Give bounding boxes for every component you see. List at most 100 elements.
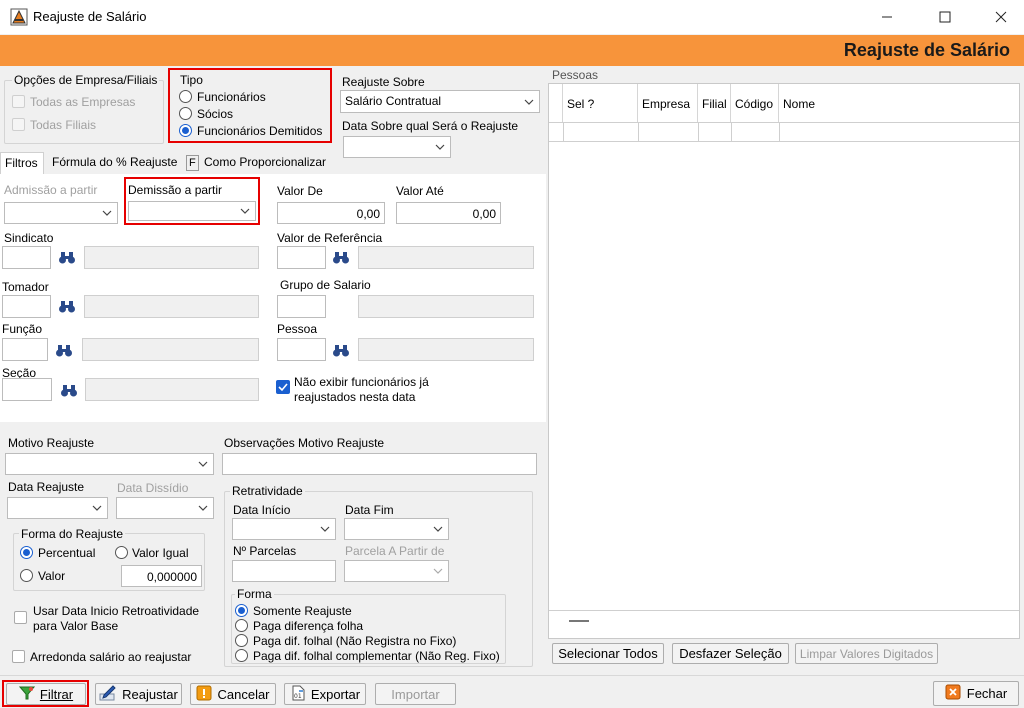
pessoa-label: Pessoa bbox=[277, 322, 318, 336]
chevron-down-icon bbox=[432, 565, 444, 577]
binoculars-icon[interactable] bbox=[58, 251, 76, 265]
warning-icon bbox=[196, 685, 212, 704]
valor-igual-radio[interactable] bbox=[115, 546, 128, 559]
tomador-code-input[interactable] bbox=[2, 295, 51, 318]
reajuste-sobre-value: Salário Contratual bbox=[345, 94, 442, 108]
col-codigo[interactable]: Código bbox=[731, 84, 779, 122]
chevron-down-icon bbox=[197, 502, 209, 514]
filtrar-button[interactable]: Filtrar bbox=[6, 683, 86, 705]
data-fim-label: Data Fim bbox=[345, 503, 394, 517]
valor-radio[interactable] bbox=[20, 569, 33, 582]
valor-de-input[interactable]: 0,00 bbox=[277, 202, 385, 224]
data-inicio-select[interactable] bbox=[232, 518, 336, 540]
pessoas-grid[interactable]: Sel ? Empresa Filial Código Nome bbox=[548, 83, 1020, 639]
reajuste-sobre-select[interactable]: Salário Contratual bbox=[340, 90, 540, 113]
chevron-down-icon bbox=[197, 458, 209, 470]
tab-proporcionalizar[interactable]: Como Proporcionalizar bbox=[200, 152, 330, 174]
data-fim-select[interactable] bbox=[344, 518, 449, 540]
data-dissidio-label: Data Dissídio bbox=[117, 481, 189, 495]
parcela-partir-select[interactable] bbox=[344, 560, 449, 582]
valor-referencia-code-input[interactable] bbox=[277, 246, 326, 269]
desfazer-selecao-button[interactable]: Desfazer Seleção bbox=[672, 643, 789, 664]
tab-formula[interactable]: Fórmula do % Reajuste bbox=[48, 152, 181, 174]
data-reajuste-select[interactable] bbox=[7, 497, 108, 519]
binoculars-icon[interactable] bbox=[58, 300, 76, 314]
col-sel[interactable]: Sel ? bbox=[563, 84, 638, 122]
forma-opt-2: Paga dif. folhal (Não Registra no Fixo) bbox=[253, 634, 457, 648]
todas-empresas-checkbox[interactable] bbox=[12, 95, 25, 108]
chevron-down-icon bbox=[91, 502, 103, 514]
tipo-socios-radio[interactable] bbox=[179, 107, 192, 120]
nao-exibir-checkbox[interactable] bbox=[276, 380, 290, 394]
binoculars-icon[interactable] bbox=[332, 251, 350, 265]
tab-f[interactable]: F bbox=[186, 155, 199, 171]
banner-title: Reajuste de Salário bbox=[843, 40, 1010, 60]
usar-data-label-2: para Valor Base bbox=[33, 619, 119, 633]
valor-input[interactable]: 0,000000 bbox=[121, 565, 202, 587]
pencil-edit-icon bbox=[99, 684, 117, 704]
filtrar-label: Filtrar bbox=[39, 686, 74, 702]
somente-reajuste-radio[interactable] bbox=[235, 604, 248, 617]
valor-referencia-description bbox=[358, 246, 534, 269]
sindicato-code-input[interactable] bbox=[2, 246, 51, 269]
row-indicator-header bbox=[549, 84, 563, 122]
nao-exibir-label: Não exibir funcionários já bbox=[294, 375, 429, 389]
motivo-select[interactable] bbox=[5, 453, 214, 475]
reajustar-button[interactable]: Reajustar bbox=[95, 683, 182, 705]
valor-ate-input[interactable]: 0,00 bbox=[396, 202, 501, 224]
paga-diferenca-radio[interactable] bbox=[235, 619, 248, 632]
empresa-group-title: Opções de Empresa/Filiais bbox=[12, 73, 160, 87]
todas-filiais-label: Todas Filiais bbox=[30, 118, 97, 132]
binoculars-icon[interactable] bbox=[60, 384, 78, 398]
todas-empresas-label: Todas as Empresas bbox=[30, 95, 136, 109]
title-bar: Reajuste de Salário bbox=[0, 0, 1024, 34]
todas-filiais-checkbox[interactable] bbox=[12, 118, 25, 131]
pessoa-code-input[interactable] bbox=[277, 338, 326, 361]
importar-button[interactable]: Importar bbox=[375, 683, 456, 705]
col-empresa[interactable]: Empresa bbox=[638, 84, 698, 122]
arredonda-checkbox[interactable] bbox=[12, 650, 25, 663]
col-nome[interactable]: Nome bbox=[779, 84, 1019, 122]
demissao-select[interactable] bbox=[128, 201, 256, 221]
tab-filtros[interactable]: Filtros bbox=[0, 152, 44, 174]
demissao-label: Demissão a partir bbox=[128, 183, 223, 197]
exportar-button[interactable]: 01 Exportar bbox=[284, 683, 366, 705]
tomador-description bbox=[84, 295, 259, 318]
grupo-salario-code-input[interactable] bbox=[277, 295, 326, 318]
scrollbar-thumb[interactable] bbox=[569, 620, 589, 622]
valor-ate-label: Valor Até bbox=[396, 184, 444, 198]
valor-igual-label: Valor Igual bbox=[132, 546, 189, 560]
selecionar-todos-button[interactable]: Selecionar Todos bbox=[552, 643, 664, 664]
valor-label: Valor bbox=[38, 569, 66, 583]
secao-code-input[interactable] bbox=[2, 378, 52, 401]
parcelas-label: Nº Parcelas bbox=[233, 544, 297, 558]
funcao-code-input[interactable] bbox=[2, 338, 48, 361]
paga-dif-complementar-radio[interactable] bbox=[235, 649, 248, 662]
binoculars-icon[interactable] bbox=[55, 344, 73, 358]
motivo-label: Motivo Reajuste bbox=[8, 436, 95, 450]
maximize-button[interactable] bbox=[922, 0, 968, 34]
close-window-button[interactable] bbox=[978, 0, 1024, 34]
retratividade-title: Retratividade bbox=[230, 484, 305, 498]
obs-motivo-label: Observações Motivo Reajuste bbox=[224, 436, 385, 450]
parcela-partir-label: Parcela A Partir de bbox=[345, 544, 445, 558]
fechar-button[interactable]: Fechar bbox=[933, 681, 1019, 706]
percentual-radio[interactable] bbox=[20, 546, 33, 559]
obs-motivo-input[interactable] bbox=[222, 453, 537, 475]
data-dissidio-select[interactable] bbox=[116, 497, 214, 519]
parcelas-input[interactable] bbox=[232, 560, 336, 582]
tipo-title: Tipo bbox=[180, 73, 203, 87]
reajustar-label: Reajustar bbox=[122, 686, 178, 702]
tipo-funcionarios-radio[interactable] bbox=[179, 90, 192, 103]
tipo-demitidos-label: Funcionários Demitidos bbox=[197, 124, 323, 138]
binoculars-icon[interactable] bbox=[332, 344, 350, 358]
minimize-button[interactable] bbox=[864, 0, 910, 34]
col-filial[interactable]: Filial bbox=[698, 84, 731, 122]
admissao-select[interactable] bbox=[4, 202, 118, 224]
cancelar-button[interactable]: Cancelar bbox=[190, 683, 276, 705]
tipo-demitidos-radio[interactable] bbox=[179, 124, 192, 137]
chevron-down-icon bbox=[101, 207, 113, 219]
limpar-valores-button[interactable]: Limpar Valores Digitados bbox=[795, 643, 938, 664]
paga-dif-folhal-radio[interactable] bbox=[235, 634, 248, 647]
usar-data-checkbox[interactable] bbox=[14, 611, 27, 624]
